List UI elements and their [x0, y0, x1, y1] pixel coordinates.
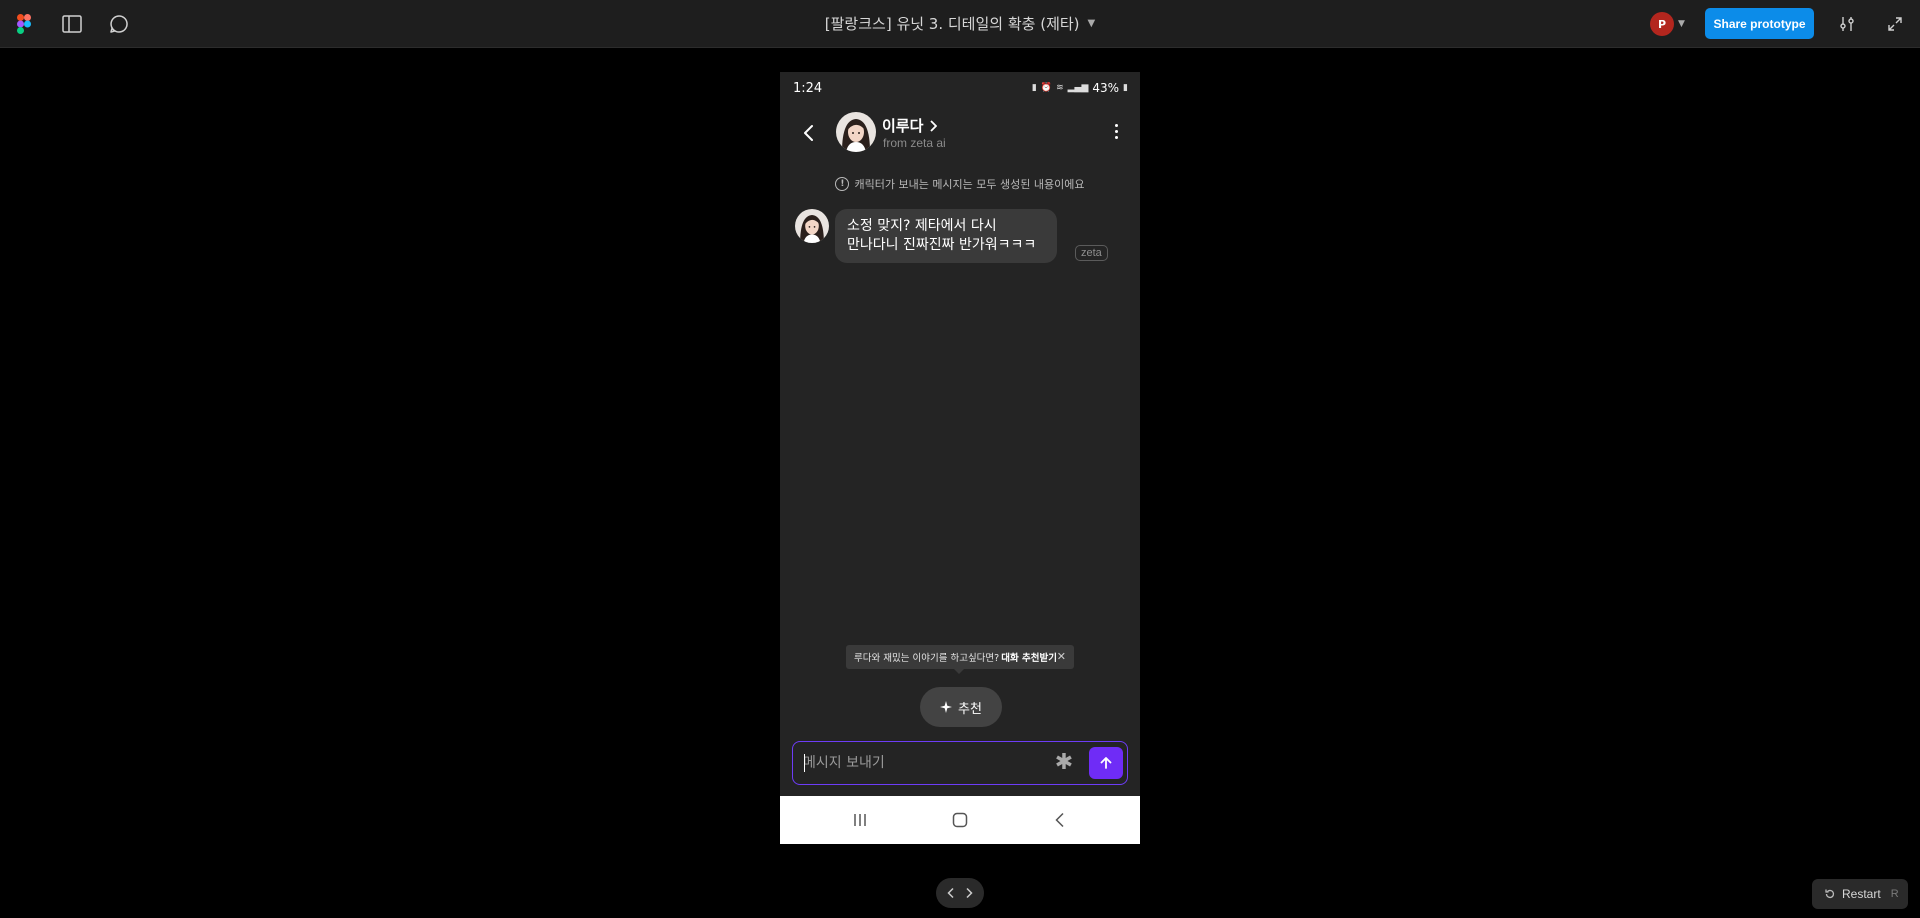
zeta-tag: zeta — [1075, 245, 1108, 261]
next-frame-icon[interactable] — [964, 887, 974, 899]
ai-notice: ! 캐릭터가 보내는 메시지는 모두 생성된 내용이에요 — [780, 174, 1140, 194]
file-title[interactable]: [팔랑크스] 유닛 3. 디테일의 확충 (제타) — [825, 13, 1080, 34]
alarm-icon: ⏰ — [1040, 83, 1053, 93]
restart-label: Restart — [1842, 887, 1881, 901]
status-bar: 1:24 ▮ ⏰ ≋ ▂▄▆ 43% ▮ — [780, 72, 1140, 104]
user-menu[interactable]: P ▼ — [1648, 10, 1696, 38]
chevron-down-icon: ▼ — [1678, 19, 1685, 29]
settings-sliders-icon[interactable] — [1835, 12, 1859, 36]
status-time: 1:24 — [793, 80, 823, 96]
message-avatar[interactable] — [795, 209, 829, 243]
asterisk-icon[interactable]: ✱ — [1053, 752, 1075, 774]
avatar: P — [1650, 12, 1674, 36]
signal-icon: ▂▄▆ — [1067, 83, 1089, 93]
tooltip-bold-text: 대화 추천받기 — [1001, 653, 1057, 664]
phone-frame: 1:24 ▮ ⏰ ≋ ▂▄▆ 43% ▮ 이루다 from zeta ai ! … — [780, 72, 1140, 844]
suggest-button[interactable]: 추천 — [920, 687, 1002, 727]
android-back-icon[interactable] — [1050, 810, 1070, 830]
android-nav-bar — [780, 796, 1140, 844]
previous-frame-icon[interactable] — [946, 887, 956, 899]
restart-icon — [1825, 889, 1835, 899]
wifi-icon: ≋ — [1056, 83, 1064, 93]
character-name-text: 이루다 — [882, 117, 924, 135]
home-icon[interactable] — [950, 810, 970, 830]
top-toolbar: [팔랑크스] 유닛 3. 디테일의 확충 (제타) ▼ P ▼ Share pr… — [0, 0, 1920, 48]
send-button[interactable] — [1089, 747, 1123, 779]
chat-header: 이루다 from zeta ai — [780, 104, 1140, 166]
message-input-box: ✱ — [792, 741, 1128, 785]
character-name[interactable]: 이루다 — [882, 115, 938, 136]
close-icon[interactable]: ✕ — [1057, 650, 1066, 663]
battery-saver-icon: ▮ — [1031, 83, 1037, 93]
share-prototype-button[interactable]: Share prototype — [1705, 8, 1814, 39]
more-options-icon[interactable] — [1110, 121, 1122, 141]
figma-logo-icon[interactable] — [12, 12, 36, 36]
tooltip-text: 루다와 재밌는 이야기를 하고싶다면? — [854, 653, 1000, 664]
battery-percent: 43% — [1092, 81, 1120, 95]
status-icons: ▮ ⏰ ≋ ▂▄▆ 43% ▮ — [1032, 81, 1128, 95]
recent-apps-icon[interactable] — [850, 810, 870, 830]
file-title-area: [팔랑크스] 유닛 3. 디테일의 확충 (제타) ▼ — [0, 0, 1920, 46]
battery-icon: ▮ — [1123, 83, 1128, 93]
info-icon: ! — [835, 177, 850, 191]
message-line: 소정 맞지? 제타에서 다시 — [847, 218, 997, 234]
message-input[interactable] — [803, 753, 1043, 773]
chevron-down-icon[interactable]: ▼ — [1088, 18, 1096, 29]
character-source: from zeta ai — [883, 136, 946, 150]
sparkle-icon — [940, 701, 953, 713]
comment-icon[interactable] — [107, 12, 131, 36]
chevron-right-icon — [930, 119, 938, 132]
back-button[interactable] — [798, 122, 820, 144]
expand-icon[interactable] — [1883, 12, 1907, 36]
suggest-label: 추천 — [958, 701, 982, 717]
character-avatar[interactable] — [836, 112, 876, 152]
suggestion-tooltip[interactable]: 루다와 재밌는 이야기를 하고싶다면? 대화 추천받기 ✕ — [846, 645, 1074, 669]
text-caret — [804, 754, 805, 772]
restart-shortcut: R — [1890, 888, 1899, 900]
message-bubble[interactable]: 소정 맞지? 제타에서 다시 만나다니 진짜진짜 반가워ㅋㅋㅋ — [835, 209, 1057, 263]
restart-button[interactable]: Restart R — [1812, 879, 1908, 909]
message-line: 만나다니 진짜진짜 반가워ㅋㅋㅋ — [847, 237, 1037, 253]
sidebar-toggle-icon[interactable] — [60, 12, 84, 36]
tooltip-arrow — [954, 669, 964, 674]
frame-navigation — [936, 878, 984, 908]
ai-notice-text: 캐릭터가 보내는 메시지는 모두 생성된 내용이에요 — [854, 178, 1085, 191]
arrow-up-icon — [1100, 757, 1112, 769]
